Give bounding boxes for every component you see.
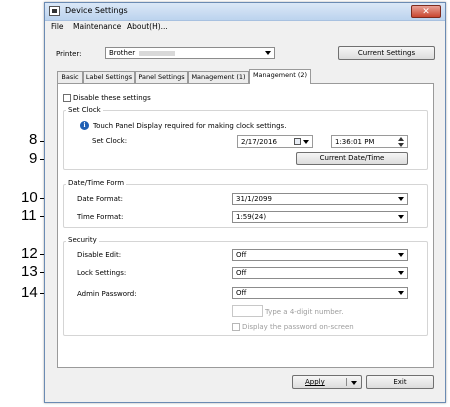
title-bar: Device Settings ✕ bbox=[45, 3, 445, 21]
menu-about[interactable]: About(H)... bbox=[127, 22, 168, 31]
time-format-value: 1:59(24) bbox=[236, 213, 267, 221]
callout-14: 14 bbox=[21, 284, 38, 301]
security-group-title: Security bbox=[66, 236, 99, 244]
close-button[interactable]: ✕ bbox=[411, 5, 441, 18]
callout-8: 8 bbox=[29, 131, 38, 148]
printer-value: Brother bbox=[109, 49, 136, 57]
apply-label: Apply bbox=[305, 378, 325, 386]
apply-split-divider bbox=[346, 378, 347, 386]
menu-maintenance[interactable]: Maintenance bbox=[73, 22, 121, 31]
menu-file[interactable]: File bbox=[51, 22, 64, 31]
lock-settings-select[interactable]: Off bbox=[232, 267, 408, 279]
printer-app-icon bbox=[49, 6, 60, 16]
time-format-select[interactable]: 1:59(24) bbox=[232, 211, 408, 223]
set-clock-group-title: Set Clock bbox=[66, 106, 103, 114]
chevron-down-icon[interactable] bbox=[351, 381, 357, 385]
printer-label: Printer: bbox=[56, 50, 82, 58]
spin-up-icon[interactable] bbox=[398, 137, 404, 141]
time-value: 1:36:01 PM bbox=[335, 138, 375, 146]
menu-bar: File Maintenance About(H)... bbox=[45, 21, 445, 33]
callout-9: 9 bbox=[29, 150, 38, 167]
clock-info-text: Touch Panel Display required for making … bbox=[93, 122, 287, 130]
disable-edit-label: Disable Edit: bbox=[77, 251, 122, 259]
admin-password-label: Admin Password: bbox=[77, 290, 137, 298]
display-password-label: Display the password on-screen bbox=[242, 323, 354, 331]
disable-settings-checkbox[interactable] bbox=[63, 94, 71, 102]
chevron-down-icon bbox=[303, 140, 309, 144]
date-format-label: Date Format: bbox=[77, 195, 123, 203]
date-format-value: 31/1/2099 bbox=[236, 195, 272, 203]
chevron-down-icon bbox=[398, 215, 404, 219]
password-input[interactable] bbox=[232, 305, 263, 317]
disable-edit-value: Off bbox=[236, 251, 247, 259]
callout-10: 10 bbox=[21, 189, 38, 206]
exit-button[interactable]: Exit bbox=[366, 375, 434, 389]
callout-12: 12 bbox=[21, 245, 38, 262]
current-datetime-button[interactable]: Current Date/Time bbox=[296, 152, 408, 165]
printer-select[interactable]: Brother bbox=[105, 47, 275, 59]
apply-button[interactable]: Apply bbox=[292, 375, 362, 389]
chevron-down-icon bbox=[398, 253, 404, 257]
set-clock-label: Set Clock: bbox=[92, 137, 128, 145]
printer-model-redacted bbox=[139, 51, 175, 56]
chevron-down-icon bbox=[265, 51, 271, 55]
time-format-label: Time Format: bbox=[77, 213, 124, 221]
lock-settings-label: Lock Settings: bbox=[77, 269, 127, 277]
tab-panel-settings[interactable]: Panel Settings bbox=[135, 71, 188, 83]
tab-label-settings[interactable]: Label Settings bbox=[83, 71, 135, 83]
disable-settings-label: Disable these settings bbox=[73, 94, 151, 102]
current-settings-button[interactable]: Current Settings bbox=[338, 46, 435, 60]
lock-settings-value: Off bbox=[236, 269, 247, 277]
datetime-format-group-title: Date/Time Form bbox=[66, 179, 127, 187]
callout-13: 13 bbox=[21, 263, 38, 280]
spin-down-icon[interactable] bbox=[398, 143, 404, 147]
chevron-down-icon bbox=[398, 291, 404, 295]
display-password-checkbox[interactable] bbox=[232, 323, 240, 331]
tab-management-1[interactable]: Management (1) bbox=[188, 71, 249, 83]
callout-11: 11 bbox=[21, 207, 37, 224]
window-title: Device Settings bbox=[65, 6, 128, 15]
chevron-down-icon bbox=[398, 197, 404, 201]
chevron-down-icon bbox=[398, 271, 404, 275]
password-hint: Type a 4-digit number. bbox=[265, 308, 344, 316]
admin-password-select[interactable]: Off bbox=[232, 287, 408, 299]
date-picker[interactable]: 2/17/2016 bbox=[237, 135, 313, 148]
tab-basic[interactable]: Basic bbox=[57, 71, 83, 83]
disable-edit-select[interactable]: Off bbox=[232, 249, 408, 261]
time-spinner[interactable]: 1:36:01 PM bbox=[331, 135, 408, 148]
info-icon: i bbox=[80, 121, 89, 130]
date-format-select[interactable]: 31/1/2099 bbox=[232, 193, 408, 205]
calendar-icon bbox=[294, 138, 301, 145]
tab-management-2[interactable]: Management (2) bbox=[249, 69, 311, 84]
date-value: 2/17/2016 bbox=[241, 138, 277, 146]
admin-password-value: Off bbox=[236, 289, 247, 297]
